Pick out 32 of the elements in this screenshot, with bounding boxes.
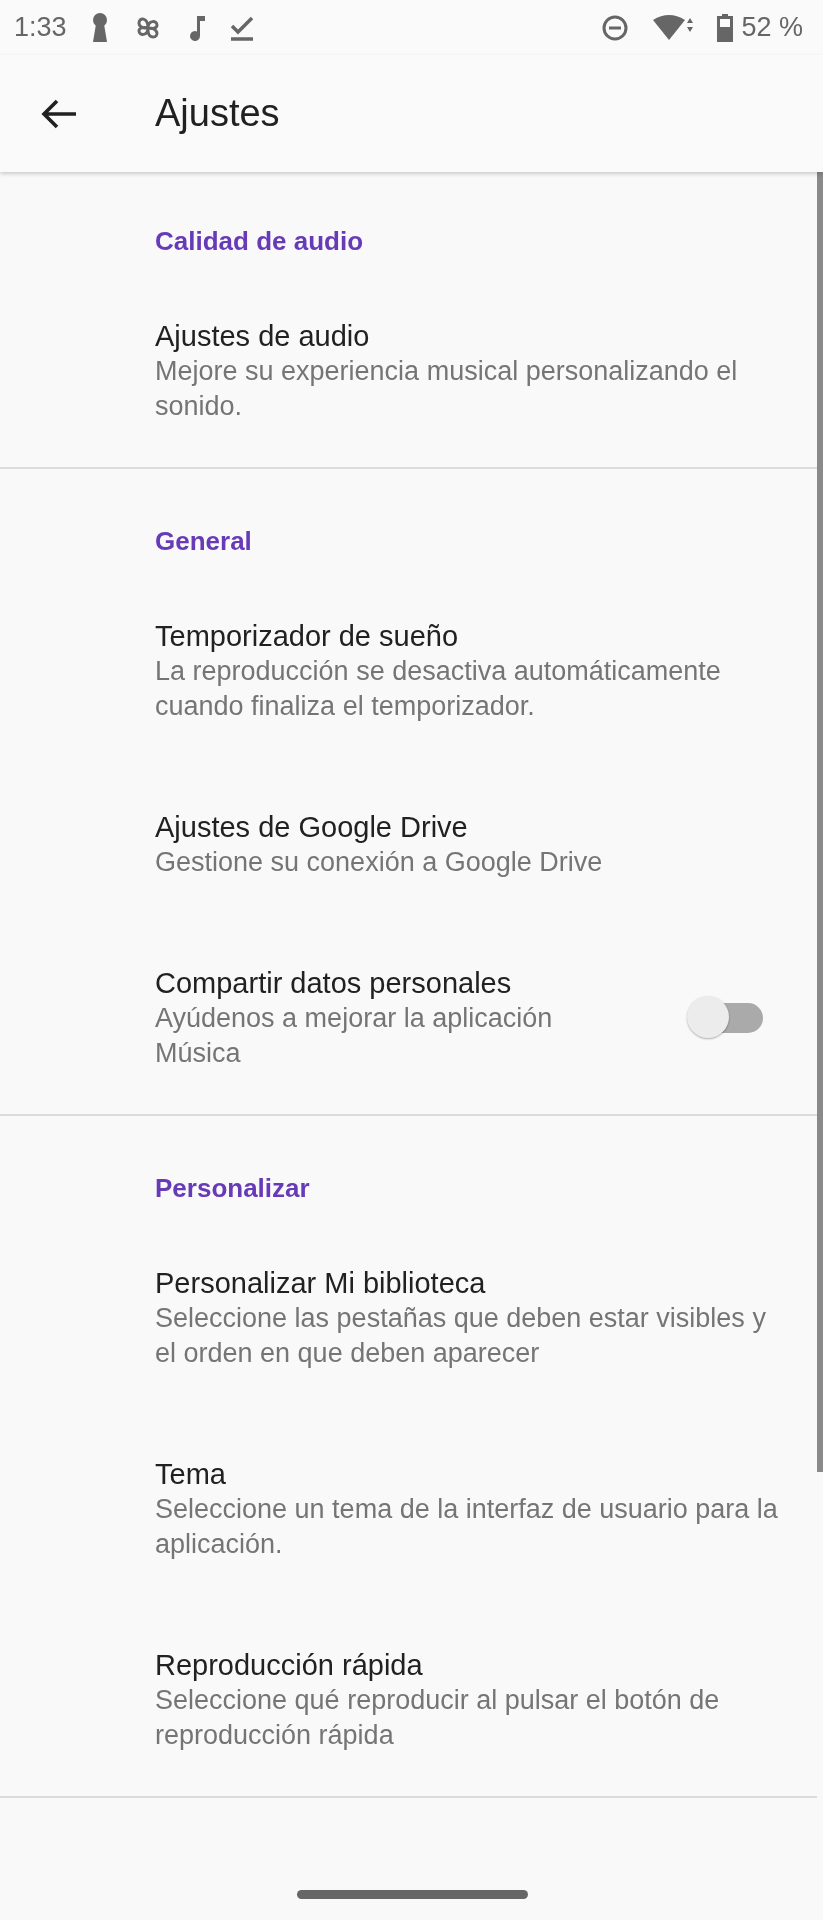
section-header: Calidad de audio bbox=[154, 225, 365, 258]
item-title: Temporizador de sueño bbox=[155, 619, 460, 654]
item-subtitle: Seleccione qué reproducir al pulsar el botón de reproducción rápida bbox=[155, 1684, 721, 1752]
wifi-icon bbox=[651, 13, 696, 42]
toggle-switch[interactable] bbox=[687, 996, 765, 1040]
item-subtitle: Mejore su experiencia musical personalizando el sonido. bbox=[155, 355, 739, 423]
item-subtitle: Ayúdenos a mejorar la aplicación Música bbox=[155, 1002, 554, 1070]
settings-item[interactable]: Reproducción rápida Seleccione qué reproducir al pulsar el botón de reproducción rápida bbox=[0, 1605, 817, 1796]
status-time: 1:33 bbox=[14, 12, 67, 43]
item-title: Reproducción rápida bbox=[155, 1648, 424, 1683]
battery-percentage: 52 % bbox=[741, 12, 803, 43]
item-subtitle: Seleccione un tema de la interfaz de usuario para la aplicación. bbox=[155, 1493, 779, 1561]
item-title: Compartir datos personales bbox=[155, 966, 513, 1001]
section-header: Personalizar bbox=[154, 1172, 311, 1205]
item-subtitle: Seleccione las pestañas que deben estar visibles y el orden en que deben aparecer bbox=[155, 1302, 767, 1370]
section-header: General bbox=[154, 525, 253, 558]
item-title: Personalizar Mi biblioteca bbox=[155, 1266, 487, 1301]
item-title: Ajustes de Google Drive bbox=[155, 810, 469, 845]
settings-item[interactable]: Ajustes de audio Mejore su experiencia musical personalizando el sonido. bbox=[0, 276, 817, 467]
battery-icon bbox=[717, 13, 734, 42]
item-title: Tema bbox=[155, 1457, 227, 1492]
item-title: Ajustes de audio bbox=[155, 319, 371, 354]
settings-item[interactable]: Compartir datos personales Ayúdenos a mejorar la aplicación Música bbox=[0, 923, 817, 1114]
item-subtitle: La reproducción se desactiva automáticamente cuando finaliza el temporizador. bbox=[155, 655, 722, 723]
screen-title: Ajustes bbox=[155, 92, 280, 135]
navigation-handle[interactable] bbox=[297, 1890, 528, 1899]
settings-item[interactable]: Personalizar Mi biblioteca Seleccione las pestañas que deben estar visibles y el orden en que deben aparecer bbox=[0, 1223, 817, 1414]
settings-item[interactable]: Temporizador de sueño La reproducción se desactiva automáticamente cuando finaliza el temporizador. bbox=[0, 576, 817, 767]
item-subtitle: Gestione su conexión a Google Drive bbox=[155, 846, 604, 879]
settings-item[interactable]: Tema Seleccione un tema de la interfaz de usuario para la aplicación. bbox=[0, 1414, 817, 1605]
do-not-disturb-icon bbox=[601, 13, 630, 42]
settings-item[interactable]: Ajustes de Google Drive Gestione su conexión a Google Drive bbox=[0, 767, 817, 923]
